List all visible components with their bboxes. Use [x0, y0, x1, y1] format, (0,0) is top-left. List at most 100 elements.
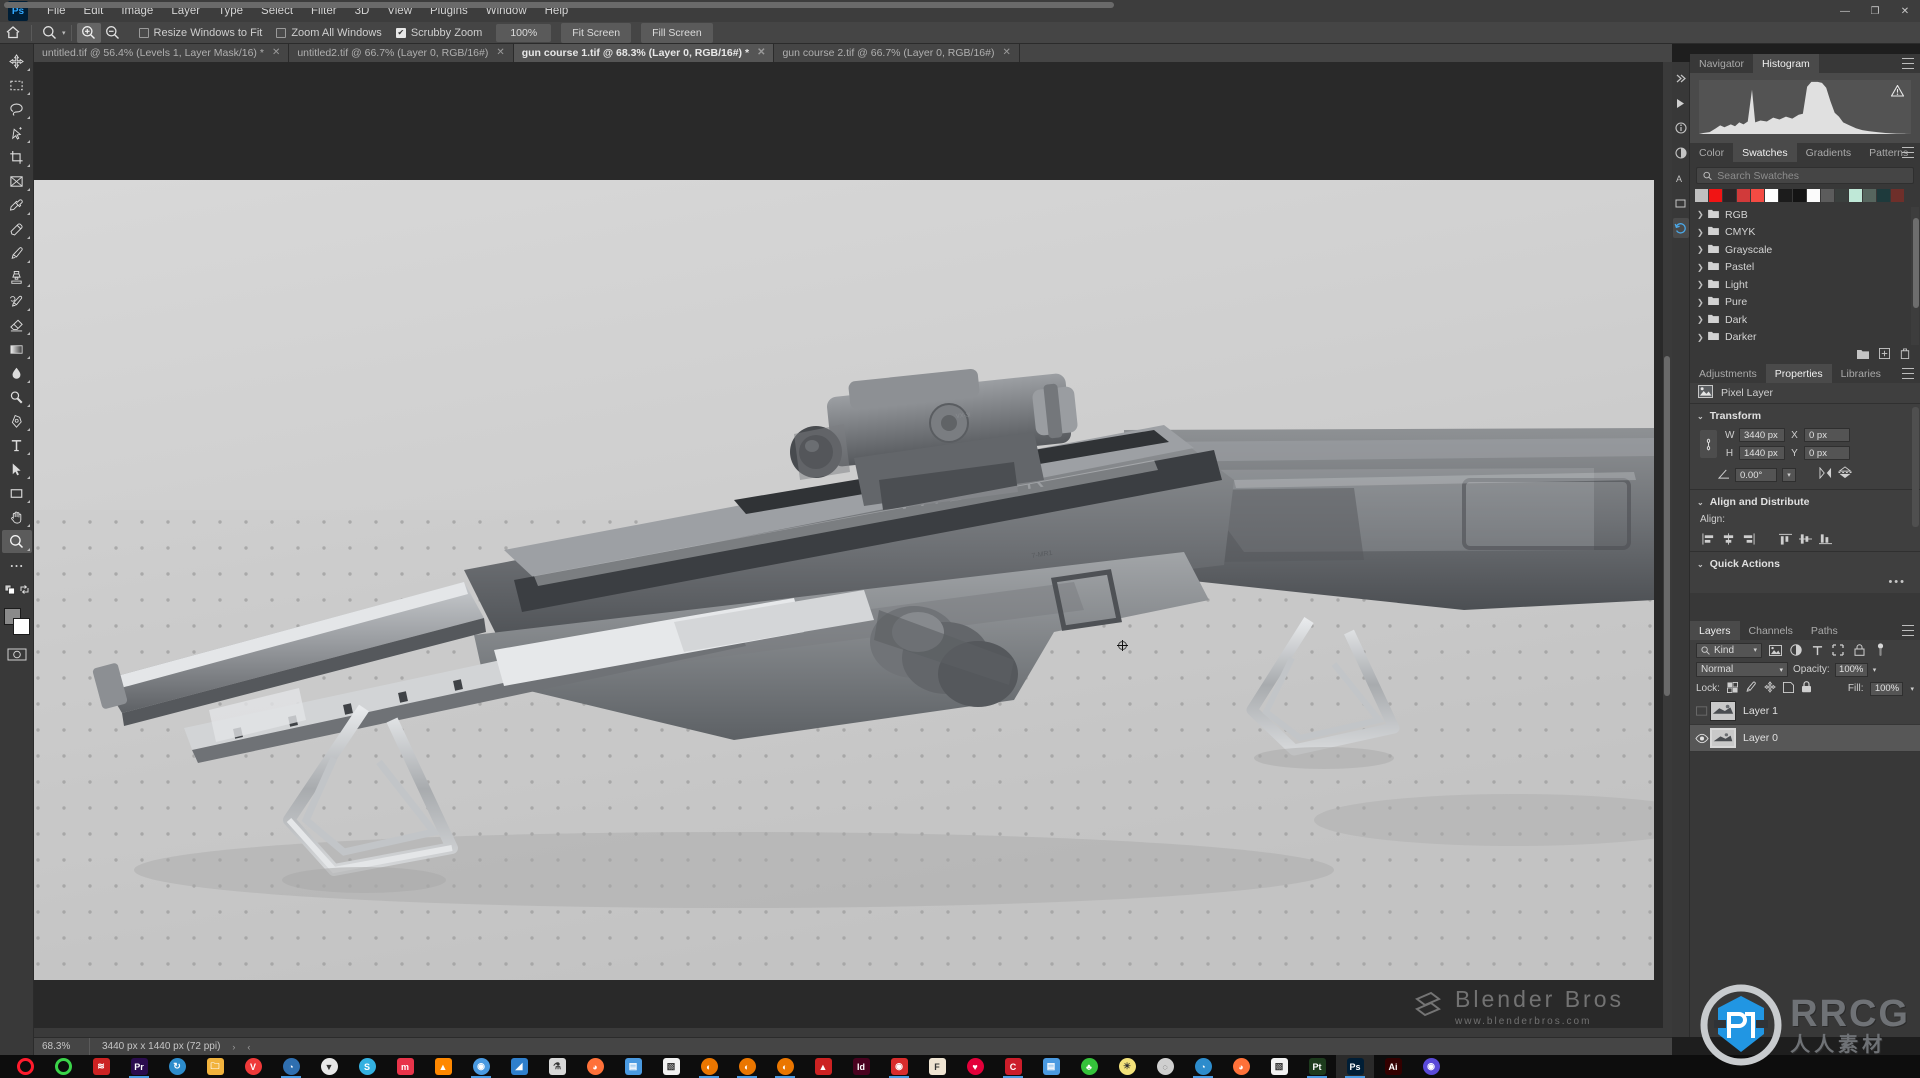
type-tool[interactable] [2, 434, 32, 457]
document-icon[interactable]: ▧ [1260, 1055, 1298, 1078]
chevron-right-icon[interactable]: ❯ [1697, 263, 1704, 272]
angle-input[interactable]: 0.00° [1735, 468, 1777, 482]
edit-toolbar-tool[interactable] [2, 554, 32, 577]
close-button[interactable]: ✕ [1890, 0, 1920, 22]
zoom-tool[interactable] [1, 530, 32, 553]
layer-visibility-toggle[interactable] [1694, 706, 1710, 716]
file-explorer-icon[interactable]: 🗀 [196, 1055, 234, 1078]
vlc-icon[interactable]: ▲ [424, 1055, 462, 1078]
gradient-tool[interactable] [2, 338, 32, 361]
chevron-down-icon[interactable]: ▾ [1782, 468, 1796, 482]
chevron-right-icon[interactable]: ❯ [1697, 298, 1704, 307]
brush-tool[interactable] [2, 242, 32, 265]
chevron-right-icon[interactable]: ❯ [1697, 280, 1704, 289]
swatch-chip-1[interactable] [1709, 189, 1722, 202]
tab-histogram[interactable]: Histogram [1752, 54, 1819, 73]
panel-menu-icon[interactable] [1902, 147, 1914, 158]
speaker-icon[interactable]: ◢ [500, 1055, 538, 1078]
search-swatches-field[interactable] [1696, 167, 1914, 184]
swatch-chip-11[interactable] [1849, 189, 1862, 202]
swatch-folder-dark[interactable]: ❯ Dark [1690, 311, 1920, 329]
color-libraries-icon[interactable] [1673, 93, 1689, 113]
blender-icon-2[interactable]: ◐ [728, 1055, 766, 1078]
layer-name[interactable]: Layer 0 [1743, 732, 1778, 744]
close-icon[interactable]: ✕ [496, 48, 504, 58]
layer-visibility-toggle[interactable] [1694, 733, 1710, 744]
tab-channels[interactable]: Channels [1739, 621, 1802, 640]
chevron-right-icon[interactable]: ❯ [1697, 210, 1704, 219]
chevron-down-icon[interactable]: ⌄ [1697, 498, 1704, 507]
document-image[interactable]: VALKYR [34, 180, 1654, 980]
transform-header[interactable]: ⌄ Transform [1690, 410, 1920, 422]
chevron-down-icon[interactable]: ▾ [1779, 666, 1783, 674]
opera-gx-icon[interactable] [44, 1055, 82, 1078]
chevron-down-icon[interactable]: ▾ [1873, 666, 1877, 674]
opacity-value[interactable]: 100% [1834, 662, 1868, 677]
blender-icon[interactable]: ◐ [690, 1055, 728, 1078]
spiral-icon[interactable]: ◌ [1146, 1055, 1184, 1078]
close-icon[interactable]: ✕ [1002, 48, 1010, 58]
quick-mask-icon[interactable] [6, 645, 28, 663]
layer-row-layer-1[interactable]: Layer 1 [1690, 698, 1920, 725]
home-icon[interactable] [0, 22, 26, 44]
swatch-chip-12[interactable] [1863, 189, 1876, 202]
chevron-right-icon[interactable]: ❯ [1697, 315, 1704, 324]
reader-icon[interactable]: ▤ [614, 1055, 652, 1078]
skype-icon[interactable]: S [348, 1055, 386, 1078]
illustrator-icon[interactable]: Ai [1374, 1055, 1412, 1078]
tab-gradients[interactable]: Gradients [1796, 143, 1861, 162]
swatch-chip-5[interactable] [1765, 189, 1778, 202]
history-brush-tool[interactable] [2, 290, 32, 313]
vivaldi-icon[interactable]: V [234, 1055, 272, 1078]
canvas-horizontal-scrollbar[interactable] [34, 1028, 1672, 1037]
sync-icon[interactable]: ↻ [158, 1055, 196, 1078]
app-extra-icon[interactable]: ◉ [1412, 1055, 1450, 1078]
notepad-icon[interactable]: ▧ [652, 1055, 690, 1078]
swatch-folder-pure[interactable]: ❯ Pure [1690, 294, 1920, 312]
align-left-icon[interactable] [1700, 531, 1717, 546]
alienware-icon[interactable]: ▼ [310, 1055, 348, 1078]
foreground-background-color[interactable] [2, 607, 32, 637]
search-swatches-input[interactable] [1717, 169, 1907, 182]
fill-screen-button[interactable]: Fill Screen [641, 22, 713, 43]
notes-icon[interactable] [1673, 193, 1689, 213]
flip-horizontal-icon[interactable] [1818, 466, 1833, 484]
edge-icon[interactable]: ◔ [1184, 1055, 1222, 1078]
tab-color[interactable]: Color [1690, 143, 1734, 162]
restore-button[interactable]: ❐ [1860, 0, 1890, 22]
rectangular-marquee-tool[interactable] [2, 74, 32, 97]
lock-artboard-nesting-icon[interactable] [1782, 680, 1794, 698]
link-wh-icon[interactable] [1700, 430, 1717, 458]
filter-pixel-icon[interactable] [1767, 643, 1783, 658]
resize-windows-to-fit-checkbox[interactable]: Resize Windows to Fit [138, 27, 262, 39]
document-tab-untitled[interactable]: untitled.tif @ 56.4% (Levels 1, Layer Ma… [34, 44, 290, 62]
panel-menu-icon[interactable] [1902, 625, 1914, 636]
delete-swatch-icon[interactable] [1900, 346, 1910, 364]
eyedropper-tool[interactable] [2, 194, 32, 217]
background-color-swatch[interactable] [12, 618, 30, 635]
canvas-horizontal-scroll-thumb[interactable] [4, 2, 1114, 8]
swatch-chip-6[interactable] [1779, 189, 1792, 202]
chevron-right-icon[interactable]: ❯ [1697, 245, 1704, 254]
path-selection-tool[interactable] [2, 458, 32, 481]
swatch-folder-light[interactable]: ❯ Light [1690, 276, 1920, 294]
dodge-tool[interactable] [2, 386, 32, 409]
zoom-tool-icon[interactable] [37, 23, 61, 43]
fill-value[interactable]: 100% [1870, 681, 1904, 696]
lock-image-pixels-icon[interactable] [1745, 680, 1757, 698]
document-tab-gun-course-1[interactable]: gun course 1.tif @ 68.3% (Layer 0, RGB/1… [513, 44, 775, 62]
swatches-scroll-thumb[interactable] [1913, 218, 1919, 308]
close-icon[interactable]: ✕ [272, 48, 280, 58]
chevron-down-icon[interactable]: ▾ [1910, 685, 1914, 693]
minimize-button[interactable]: — [1830, 0, 1860, 22]
tab-navigator[interactable]: Navigator [1690, 54, 1753, 73]
adjustments-icon[interactable] [1673, 143, 1689, 163]
clip-studio-icon[interactable]: C [994, 1055, 1032, 1078]
zoom-in-icon[interactable] [76, 22, 101, 43]
frame-tool[interactable] [2, 170, 32, 193]
history-icon[interactable] [1672, 218, 1689, 238]
chrome-icon[interactable]: ◉ [462, 1055, 500, 1078]
swatch-folder-grayscale[interactable]: ❯ Grayscale [1690, 241, 1920, 259]
swatch-chip-3[interactable] [1737, 189, 1750, 202]
zoom-all-windows-checkbox[interactable]: Zoom All Windows [276, 27, 382, 39]
